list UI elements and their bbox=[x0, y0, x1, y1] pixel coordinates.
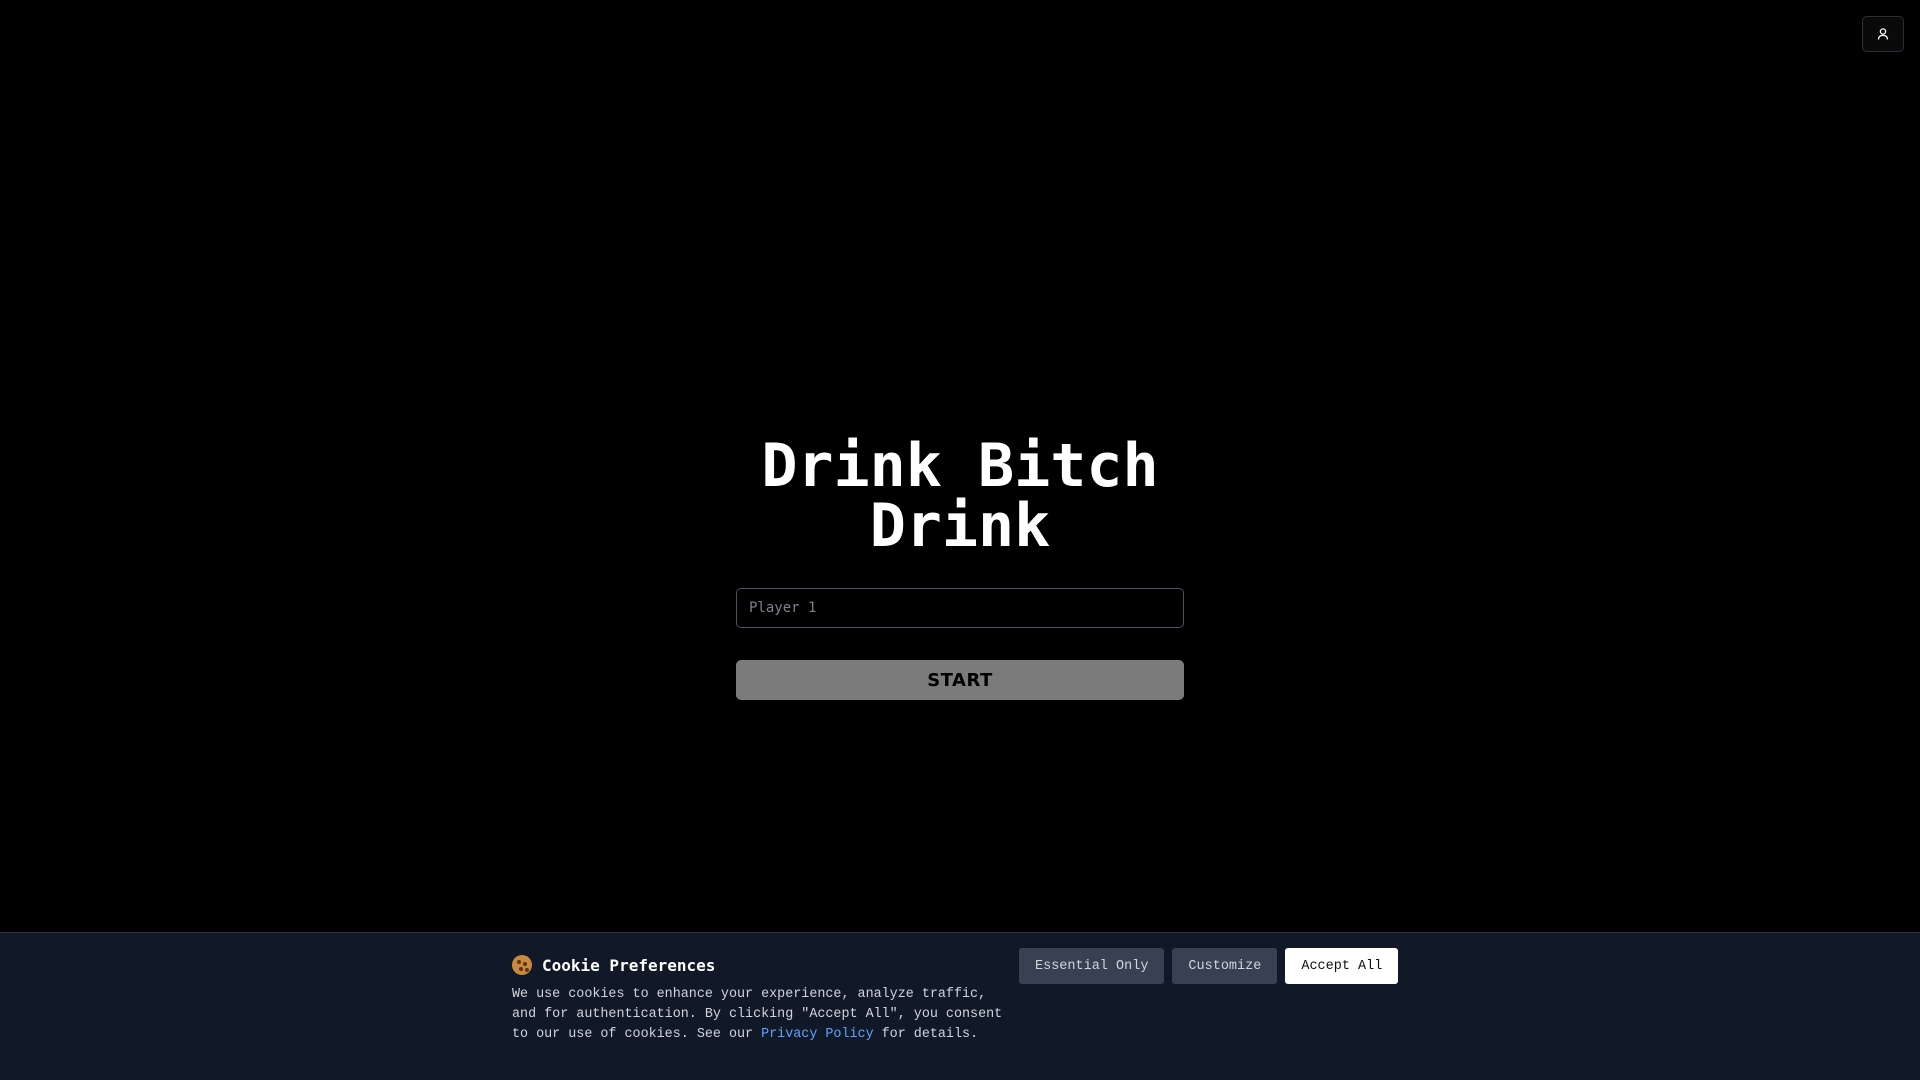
cookie-banner: Cookie Preferences We use cookies to enh… bbox=[0, 932, 1920, 1080]
customize-button[interactable]: Customize bbox=[1172, 948, 1278, 984]
start-button[interactable]: START bbox=[736, 660, 1184, 700]
player-name-input[interactable] bbox=[736, 588, 1184, 628]
cookie-icon bbox=[512, 955, 532, 975]
essential-only-button[interactable]: Essential Only bbox=[1019, 948, 1165, 984]
cookie-description: We use cookies to enhance your experienc… bbox=[512, 985, 1012, 1045]
cookie-actions: Essential Only Customize Accept All bbox=[1019, 948, 1399, 984]
accept-all-button[interactable]: Accept All bbox=[1285, 948, 1399, 984]
page-title: Drink Bitch Drink bbox=[761, 431, 1159, 561]
cookie-text-block: Cookie Preferences We use cookies to enh… bbox=[512, 951, 1012, 1045]
user-icon bbox=[1877, 28, 1889, 40]
cookie-heading-text: Cookie Preferences bbox=[542, 955, 716, 975]
account-button[interactable] bbox=[1862, 16, 1904, 52]
start-form: Drink Bitch Drink START bbox=[736, 436, 1184, 700]
privacy-policy-link[interactable]: Privacy Policy bbox=[761, 1027, 874, 1042]
cookie-body-end: for details. bbox=[873, 1027, 979, 1042]
page: Drink Bitch Drink START Cookie Preferenc… bbox=[0, 0, 1920, 1080]
cookie-heading: Cookie Preferences bbox=[512, 951, 1012, 979]
